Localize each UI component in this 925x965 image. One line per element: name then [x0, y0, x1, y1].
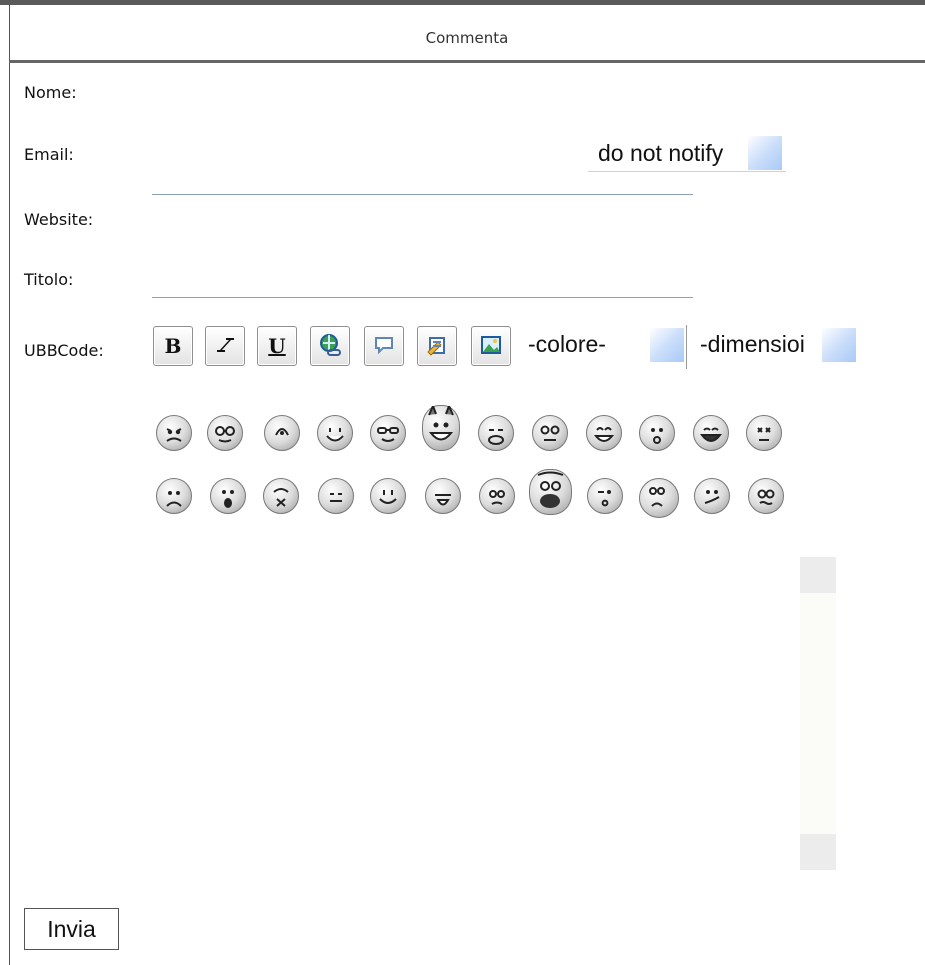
speech-bubble-icon: [375, 337, 393, 355]
smiley-wink-icon[interactable]: [587, 478, 623, 514]
smiley-confused-icon[interactable]: [479, 478, 515, 514]
smiley-surprised-icon[interactable]: [639, 415, 675, 451]
code-button[interactable]: [417, 326, 457, 366]
notify-selected-value: do not notify: [598, 140, 724, 166]
bold-button[interactable]: B: [153, 326, 193, 366]
smiley-nerd-icon[interactable]: [370, 415, 406, 451]
color-select[interactable]: -colore-: [528, 331, 606, 358]
italic-icon: [217, 338, 234, 352]
smiley-crying-icon[interactable]: [156, 478, 192, 514]
email-field[interactable]: [152, 194, 693, 195]
smiley-devil-icon[interactable]: [422, 405, 460, 451]
submit-button[interactable]: Invia: [24, 908, 119, 950]
smiley-scared-icon[interactable]: [263, 478, 299, 514]
dropdown-arrow-icon[interactable]: [748, 136, 782, 170]
ubbcode-label: UBBCode:: [24, 341, 104, 360]
smiley-happy-icon[interactable]: [586, 415, 622, 451]
image-button[interactable]: [471, 326, 511, 366]
smiley-glasses-icon[interactable]: [207, 415, 243, 451]
globe-link-icon: [320, 334, 341, 356]
subject-label: Titolo:: [24, 270, 74, 289]
smiley-shocked-icon[interactable]: [210, 478, 246, 514]
comment-textarea[interactable]: [152, 557, 836, 870]
link-button[interactable]: [310, 326, 350, 366]
smiley-wide-eyed-icon[interactable]: [532, 415, 568, 451]
smiley-hypnotized-icon[interactable]: [748, 478, 784, 514]
smiley-smile-icon[interactable]: [370, 478, 406, 514]
underline-button[interactable]: U: [257, 326, 297, 366]
smiley-laughing-icon[interactable]: [693, 415, 729, 451]
size-dropdown-arrow-icon[interactable]: [822, 328, 856, 362]
smiley-disgusted-icon[interactable]: [746, 415, 782, 451]
name-label: Nome:: [24, 83, 77, 102]
smiley-big-laugh-icon[interactable]: [529, 469, 572, 515]
color-dropdown-arrow-icon[interactable]: [650, 328, 684, 362]
header-divider: [9, 60, 925, 63]
smiley-tongue-icon[interactable]: [425, 478, 461, 514]
size-select[interactable]: -dimensioi: [700, 331, 818, 358]
italic-button[interactable]: [205, 326, 245, 366]
smiley-dizzy-icon[interactable]: [264, 415, 300, 451]
email-label: Email:: [24, 145, 74, 164]
smiley-grin-icon[interactable]: [317, 415, 353, 451]
left-border: [9, 5, 10, 965]
smiley-drooling-icon[interactable]: [478, 415, 514, 451]
edit-page-icon: [427, 337, 445, 356]
form-title: Commenta: [425, 29, 509, 47]
smiley-smirk-icon[interactable]: [694, 478, 730, 514]
subject-field[interactable]: [152, 297, 693, 298]
website-label: Website:: [24, 210, 94, 229]
textarea-scrollbar[interactable]: [800, 557, 836, 870]
smiley-sick-icon[interactable]: [639, 478, 679, 518]
quote-button[interactable]: [364, 326, 404, 366]
smiley-angry-icon[interactable]: [156, 415, 192, 451]
top-border: [0, 0, 925, 5]
smiley-blank-icon[interactable]: [318, 478, 354, 514]
toolbar-divider: [686, 325, 687, 369]
comment-form: Commenta Nome: Email: Website: Titolo: U…: [0, 0, 925, 965]
scroll-up-button[interactable]: [800, 557, 836, 593]
scroll-down-button[interactable]: [800, 834, 836, 870]
notify-select[interactable]: do not notify: [588, 133, 786, 172]
image-icon: [481, 336, 501, 354]
